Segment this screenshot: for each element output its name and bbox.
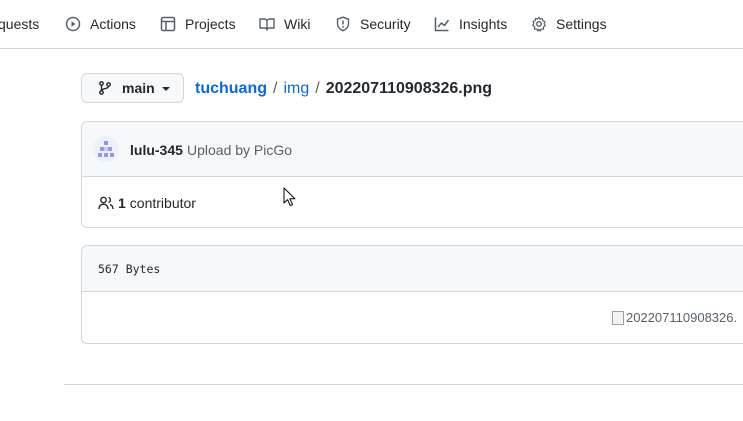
commit-header: lulu-345 Upload by PicGo <box>82 122 743 177</box>
contributor-count: 1 <box>118 195 126 211</box>
file-header: 567 Bytes <box>82 246 743 292</box>
branch-name: main <box>122 80 155 96</box>
nav-item-label: Security <box>360 16 411 32</box>
play-icon <box>65 16 81 32</box>
nav-item-label: Actions <box>90 16 136 32</box>
book-icon <box>259 18 275 31</box>
latest-commit-box: lulu-345 Upload by PicGo 1 contributor <box>81 121 743 228</box>
identicon-icon <box>98 141 114 157</box>
shield-icon <box>336 16 350 32</box>
graph-icon <box>434 17 450 32</box>
avatar[interactable] <box>93 136 119 162</box>
nav-item-label: Wiki <box>284 16 311 32</box>
table-icon <box>160 16 176 32</box>
caret-down-icon <box>161 87 170 91</box>
git-branch-icon <box>99 81 111 95</box>
file-size: 567 Bytes <box>98 262 161 276</box>
breadcrumb-separator: / <box>315 80 320 97</box>
nav-item-label: quests <box>0 16 40 32</box>
breadcrumb-dir-link[interactable]: img <box>283 80 309 98</box>
nav-item-settings[interactable]: Settings <box>531 0 607 48</box>
breadcrumb-file-name: 202207110908326.png <box>325 80 493 97</box>
nav-item-wiki[interactable]: Wiki <box>259 0 310 48</box>
nav-item-security[interactable]: Security <box>335 0 411 48</box>
breadcrumb-repo-link[interactable]: tuchuang <box>195 80 267 98</box>
contributor-label: contributor <box>129 195 196 211</box>
image-preview[interactable]: 202207110908326. <box>612 310 737 325</box>
breadcrumb-separator: / <box>273 80 278 97</box>
nav-item-label: Settings <box>556 16 607 32</box>
commit-message[interactable]: Upload by PicGo <box>187 142 292 158</box>
repo-nav: quests Actions Projects Wiki Security In… <box>0 0 743 49</box>
people-icon <box>98 196 114 210</box>
nav-item-actions[interactable]: Actions <box>65 0 136 48</box>
file-viewer: 567 Bytes 202207110908326. <box>81 245 743 344</box>
nav-item-projects[interactable]: Projects <box>160 0 236 48</box>
branch-selector-button[interactable]: main <box>81 73 184 103</box>
nav-item-label: Insights <box>459 16 508 32</box>
broken-image-icon <box>612 310 624 325</box>
nav-item-label: Projects <box>185 16 236 32</box>
nav-item-insights[interactable]: Insights <box>434 0 507 48</box>
mouse-cursor-icon <box>283 187 296 207</box>
commit-author-link[interactable]: lulu-345 <box>130 142 183 158</box>
image-alt-text: 202207110908326. <box>626 310 738 325</box>
breadcrumb: tuchuang / img / 202207110908326.png <box>195 78 492 100</box>
footer-divider <box>64 384 743 385</box>
contributors-link[interactable]: 1 contributor <box>98 195 196 211</box>
nav-item-pull-requests[interactable]: quests <box>0 0 39 48</box>
gear-icon <box>532 16 546 32</box>
